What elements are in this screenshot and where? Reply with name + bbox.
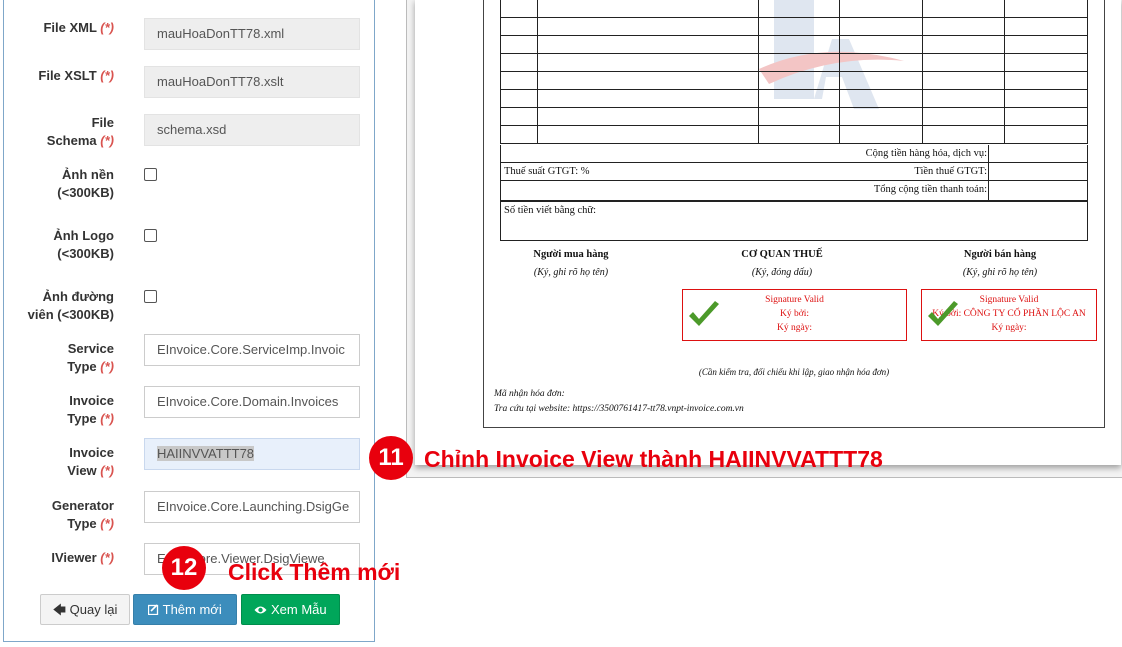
invoice-preview-frame: Cộng tiền hàng hóa, dịch vụ: Thuế suất G… [406, 0, 1122, 478]
file-xml-field[interactable]: mauHoaDonTT78.xml [144, 18, 360, 50]
total-goods-row: Cộng tiền hàng hóa, dịch vụ: [500, 145, 1088, 163]
check-note: (Cần kiểm tra, đối chiếu khi lập, giao n… [698, 367, 890, 377]
step-11-badge: 11 [369, 436, 413, 480]
tax-signature-box: Signature Valid Ký bởi: Ký ngày: [682, 289, 907, 341]
arrow-left-icon: 🡄 [52, 602, 67, 617]
total-goods-label: Cộng tiền hàng hóa, dịch vụ: [865, 148, 987, 159]
file-xml-label: File XML (*) [43, 20, 114, 35]
background-image-checkbox[interactable] [144, 168, 157, 181]
vat-row: Thuế suất GTGT: % Tiền thuế GTGT: [500, 163, 1088, 181]
invoice-type-label: Invoice Type (*) [67, 393, 114, 426]
grand-total-label: Tổng cộng tiền thanh toán: [873, 184, 987, 195]
background-image-label: Ảnh nền (<300KB) [57, 167, 114, 200]
invoice-preview-page: Cộng tiền hàng hóa, dịch vụ: Thuế suất G… [415, 0, 1121, 465]
step-11-instruction: Chỉnh Invoice View thành HAIINVVATTT78 [424, 446, 883, 472]
seller-subtitle: (Ký, ghi rõ họ tên) [962, 267, 1038, 278]
step-12-badge: 12 [162, 546, 206, 590]
add-new-button[interactable]: Thêm mới [133, 594, 237, 625]
seller-signature-box: Signature Valid Ký bởi: CÔNG TY CỔ PHẦN … [921, 289, 1097, 341]
step-12-instruction: Click Thêm mới [228, 559, 401, 585]
amount-in-words: Số tiền viết bằng chữ: [500, 201, 1088, 241]
back-button[interactable]: 🡄 Quay lại [40, 594, 130, 625]
generator-type-field[interactable]: EInvoice.Core.Launching.DsigGe [144, 491, 360, 523]
service-type-field[interactable]: EInvoice.Core.ServiceImp.Invoic [144, 334, 360, 366]
logo-image-checkbox[interactable] [144, 229, 157, 242]
iviewer-label: IViewer (*) [51, 550, 114, 565]
file-xslt-field[interactable]: mauHoaDonTT78.xslt [144, 66, 360, 98]
tax-authority-subtitle: (Ký, đóng dấu) [751, 267, 813, 278]
file-xslt-label: File XSLT (*) [38, 68, 114, 83]
generator-type-label: Generator Type (*) [51, 498, 114, 531]
service-type-label: Service Type (*) [67, 341, 114, 374]
border-image-label: Ảnh đường viên (<300KB) [27, 289, 114, 322]
file-schema-label: File Schema (*) [46, 115, 114, 148]
checkmark-icon [928, 301, 958, 326]
buyer-title: Người mua hàng [533, 249, 609, 260]
vat-rate-label: Thuế suất GTGT: % [504, 166, 590, 177]
preview-template-button-label: Xem Mẫu [270, 602, 327, 617]
invoice-view-field[interactable]: HAIINVVATTT78 [144, 438, 360, 470]
invoice-view-value: HAIINVVATTT78 [157, 446, 255, 461]
edit-square-icon [148, 602, 162, 617]
receiver-code: Mã nhận hóa đơn: [494, 389, 565, 399]
grand-total-row: Tổng cộng tiền thanh toán: [500, 181, 1088, 201]
tax-authority-title: CƠ QUAN THUẾ [741, 249, 823, 260]
seller-title: Người bán hàng [963, 249, 1037, 260]
eye-icon [254, 602, 271, 617]
back-button-label: Quay lại [69, 602, 118, 617]
invoice-view-label: Invoice View (*) [67, 445, 114, 478]
preview-template-button[interactable]: Xem Mẫu [241, 594, 340, 625]
invoice-document: Cộng tiền hàng hóa, dịch vụ: Thuế suất G… [483, 0, 1105, 428]
buyer-subtitle: (Ký, ghi rõ họ tên) [533, 267, 609, 278]
lookup-website: Tra cứu tại website: https://3500761417-… [494, 404, 744, 414]
checkmark-icon [689, 301, 719, 326]
add-new-button-label: Thêm mới [162, 602, 222, 617]
vat-amount-label: Tiền thuế GTGT: [914, 166, 987, 177]
invoice-type-field[interactable]: EInvoice.Core.Domain.Invoices [144, 386, 360, 418]
border-image-checkbox[interactable] [144, 290, 157, 303]
logo-image-label: Ảnh Logo (<300KB) [53, 228, 114, 261]
file-schema-field[interactable]: schema.xsd [144, 114, 360, 146]
invoice-items-table [500, 0, 1088, 144]
